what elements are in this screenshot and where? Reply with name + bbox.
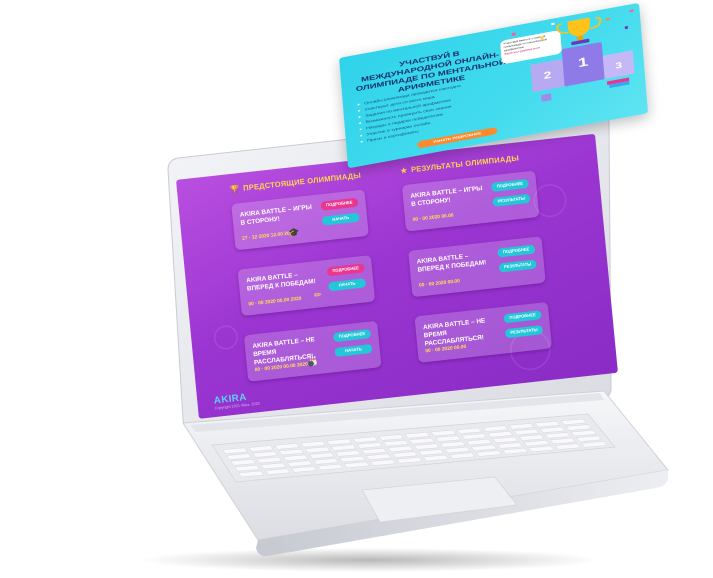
upcoming-card: Akira Battle – Не время расслабляться! 0…	[243, 320, 382, 382]
graduation-cap-icon: 🎓	[287, 226, 301, 239]
details-button[interactable]: Подробнее	[326, 263, 365, 277]
background-doodle	[212, 324, 240, 351]
details-button[interactable]: Подробнее	[320, 197, 359, 211]
podium-label: 3	[615, 61, 623, 71]
results-title: ★ Результаты олимпиады	[400, 154, 520, 176]
card-date: 00 · 00 2020 00.00 2020	[248, 295, 302, 307]
card-title: Akira Battle – Игры в сторону!	[239, 202, 313, 227]
podium-label: 2	[543, 69, 552, 82]
trophy-icon: 🏆	[229, 185, 240, 195]
details-button[interactable]: Подробнее	[503, 310, 542, 324]
abacus-icon	[541, 93, 552, 102]
card-date: 00 · 00 2020 00.00	[418, 278, 461, 289]
card-title: Akira Battle – Вперед к победам!	[245, 270, 316, 293]
card-date: 00 · 00 2020 00.00	[412, 212, 454, 223]
start-button[interactable]: Начать	[321, 212, 360, 226]
bowling-icon: 🎳	[306, 355, 319, 368]
results-button[interactable]: Результаты	[492, 193, 531, 207]
upcoming-card: Akira Battle – Вперед к победам! 00 · 00…	[237, 255, 376, 317]
trophy-icon	[556, 16, 602, 46]
start-button[interactable]: Начать	[334, 343, 373, 358]
card-title: Akira Battle – Не время расслабляться!	[422, 316, 486, 348]
results-card: Akira Battle – Вперед к победам! 00 · 00…	[408, 236, 546, 298]
results-button[interactable]: Результаты	[498, 259, 537, 273]
start-button[interactable]: Начать	[328, 278, 367, 292]
card-title: Akira Battle – Игры в сторону!	[410, 183, 483, 208]
details-button[interactable]: Подробнее	[332, 329, 372, 343]
upcoming-card: Akira Battle – Игры в сторону! 27 · 12 2…	[231, 189, 369, 251]
results-card: Akira Battle – Игры в сторону! 00 · 00 2…	[401, 170, 540, 232]
details-button[interactable]: Подробнее	[490, 178, 530, 192]
pencil-icon: ✏	[313, 289, 323, 301]
details-button[interactable]: Подробнее	[497, 244, 536, 258]
star-icon: ★	[400, 166, 408, 176]
podium-label: 1	[577, 55, 588, 70]
results-button[interactable]: Результаты	[504, 325, 544, 339]
laptop-screen: 🏆 Предстоящие олимпиады ★ Результаты олимп…	[176, 133, 618, 419]
card-title: Akira Battle – Вперед к победам!	[416, 251, 487, 274]
